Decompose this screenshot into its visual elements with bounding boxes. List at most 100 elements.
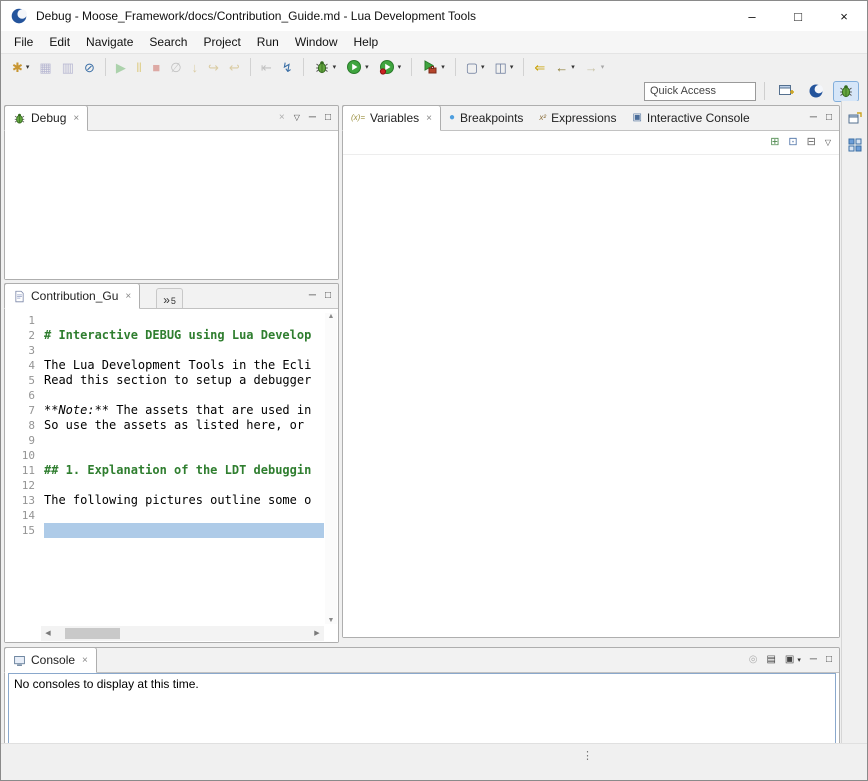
menu-window[interactable]: Window [287, 32, 346, 52]
editor-code[interactable]: # Interactive DEBUG using Lua Develop The… [44, 313, 324, 538]
window-minimize-button[interactable]: – [729, 1, 775, 31]
editor-line-3[interactable] [44, 343, 324, 358]
editor-tab-overflow[interactable]: » 5 [156, 288, 183, 308]
ldt-perspective-button[interactable] [803, 81, 829, 102]
window-close-button[interactable]: × [821, 1, 867, 31]
editor-line-15[interactable] [44, 523, 324, 538]
view-menu-icon[interactable]: ▽ [294, 114, 300, 122]
open-console-dropdown-icon[interactable]: ▾ [797, 657, 801, 664]
back-button[interactable]: ←▾ [551, 56, 579, 78]
run-button[interactable]: ▾ [342, 56, 373, 78]
new-button[interactable]: ✱▾ [8, 56, 33, 78]
collapse-all-button[interactable]: ⊟ [807, 137, 816, 148]
maximize-view-button[interactable]: □ [826, 113, 832, 123]
minimize-view-button[interactable]: ─ [810, 113, 817, 123]
open-task-button[interactable]: ▢▾ [462, 56, 489, 78]
minimize-view-button[interactable]: ─ [810, 655, 817, 665]
scrollbar-track[interactable] [55, 626, 310, 641]
menu-edit[interactable]: Edit [41, 32, 78, 52]
scroll-right-icon[interactable]: ▶ [310, 630, 324, 637]
editor-line-10[interactable] [44, 448, 324, 463]
new-dropdown-icon[interactable]: ▾ [26, 63, 30, 71]
coverage-button[interactable]: ▾ [375, 56, 406, 78]
variables-view-body [343, 155, 839, 637]
editor-line-14[interactable] [44, 508, 324, 523]
forward-dropdown-icon[interactable]: ▾ [601, 63, 605, 71]
open-console-button[interactable]: ▣▾ [785, 655, 801, 665]
open-perspective-button[interactable] [773, 81, 799, 102]
step-over-button: ↪ [204, 56, 223, 78]
tab-variables[interactable]: (x)=Variables× [342, 105, 441, 131]
editor-gutter[interactable]: 123456789101112131415 [5, 313, 35, 538]
open-task-dropdown-icon[interactable]: ▾ [481, 63, 485, 71]
scroll-up-icon[interactable]: ▲ [328, 313, 335, 320]
view-menu-icon[interactable]: ▽ [825, 139, 831, 147]
quick-access-input[interactable] [644, 82, 756, 101]
skip-all-breakpoints-button[interactable]: ⊘ [80, 56, 99, 78]
editor-line-5[interactable]: Read this section to setup a debugger [44, 373, 324, 388]
menu-run[interactable]: Run [249, 32, 287, 52]
menu-project[interactable]: Project [195, 32, 248, 52]
back-dropdown-icon[interactable]: ▾ [571, 63, 575, 71]
editor-line-1[interactable] [44, 313, 324, 328]
external-tools-button[interactable]: ▾ [418, 56, 449, 78]
tab-breakpoints[interactable]: ●Breakpoints [441, 106, 531, 130]
editor-line-4[interactable]: The Lua Development Tools in the Ecli [44, 358, 324, 373]
scroll-left-icon[interactable]: ◀ [41, 630, 55, 637]
close-tab-icon[interactable]: × [125, 291, 131, 302]
vertical-scrollbar[interactable]: ▲ ▼ [325, 313, 337, 624]
window-maximize-button[interactable]: □ [775, 1, 821, 31]
maximize-view-button[interactable]: □ [325, 113, 331, 123]
editor-line-9[interactable] [44, 433, 324, 448]
minimize-view-button[interactable]: ─ [309, 291, 316, 301]
scroll-down-icon[interactable]: ▼ [328, 617, 335, 624]
close-tab-icon[interactable]: × [73, 113, 79, 124]
use-step-filters-button[interactable]: ↯ [278, 56, 297, 78]
editor-line-2[interactable]: # Interactive DEBUG using Lua Develop [44, 328, 324, 343]
run-dropdown-icon[interactable]: ▾ [365, 63, 369, 71]
tab-contribution-guide[interactable]: Contribution_Gu × [4, 283, 140, 309]
close-tab-icon[interactable]: × [426, 113, 432, 124]
menu-navigate[interactable]: Navigate [78, 32, 141, 52]
editor-line-6[interactable] [44, 388, 324, 403]
minimized-view-button[interactable] [845, 135, 865, 155]
maximize-view-button[interactable]: □ [826, 655, 832, 665]
debug-button[interactable]: ▾ [310, 56, 341, 78]
editor-line-12[interactable] [44, 478, 324, 493]
coverage-dropdown-icon[interactable]: ▾ [398, 63, 402, 71]
pin-editor-button[interactable]: ◫▾ [491, 56, 518, 78]
debug-perspective-button[interactable] [833, 81, 859, 102]
show-logical-structure-button[interactable]: ⊞ [770, 137, 779, 148]
console-view-panel: Console × ◎ ▤ ▣▾ ─ □ No consoles to disp… [4, 647, 840, 748]
menu-help[interactable]: Help [346, 32, 387, 52]
display-selected-console-button[interactable]: ▤ [766, 655, 775, 665]
line-number: 9 [5, 433, 35, 448]
console-icon [13, 654, 26, 667]
drag-handle-icon[interactable]: ⋮ [582, 751, 593, 762]
debug-icon [314, 59, 330, 75]
editor-line-13[interactable]: The following pictures outline some o [44, 493, 324, 508]
minimize-view-button[interactable]: ─ [309, 113, 316, 123]
editor-line-7[interactable]: **Note:** The assets that are used in [44, 403, 324, 418]
debug-dropdown-icon[interactable]: ▾ [333, 63, 337, 71]
editor-line-8[interactable]: So use the assets as listed here, or [44, 418, 324, 433]
horizontal-scrollbar[interactable]: ◀ ▶ [41, 626, 324, 641]
external-tools-dropdown-icon[interactable]: ▾ [441, 63, 445, 71]
pin-editor-dropdown-icon[interactable]: ▾ [510, 63, 514, 71]
step-over-icon: ↪ [208, 61, 219, 74]
scrollbar-thumb[interactable] [65, 628, 120, 639]
menu-search[interactable]: Search [141, 32, 195, 52]
menu-file[interactable]: File [6, 32, 41, 52]
last-edit-location-button[interactable]: ⇐ [530, 56, 549, 78]
tab-expressions[interactable]: x²Expressions [531, 106, 624, 130]
close-tab-icon[interactable]: × [82, 655, 88, 666]
tab-console[interactable]: Console × [4, 647, 97, 673]
line-number: 3 [5, 343, 35, 358]
maximize-view-button[interactable]: □ [325, 291, 331, 301]
editor-line-11[interactable]: ## 1. Explanation of the LDT debuggin [44, 463, 324, 478]
disconnect-icon: ∅ [170, 61, 181, 74]
restore-minimized-view-button[interactable] [845, 108, 865, 128]
show-type-names-button[interactable]: ⊡ [788, 137, 797, 148]
tab-debug[interactable]: Debug × [4, 105, 88, 131]
tab-interactive-console[interactable]: ▣Interactive Console [624, 106, 757, 130]
